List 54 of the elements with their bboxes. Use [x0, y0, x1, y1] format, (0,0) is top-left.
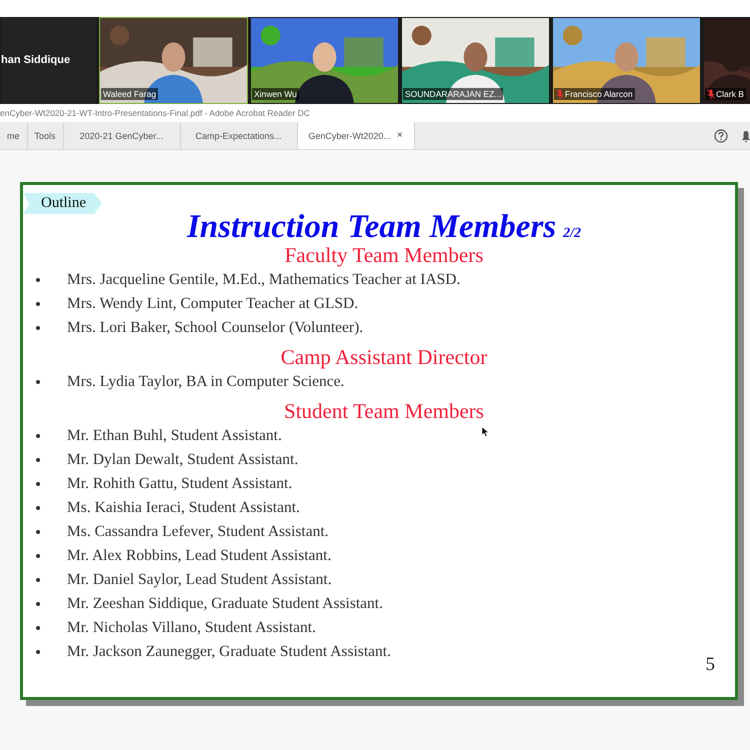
video-tile[interactable]: han Siddique: [0, 17, 97, 104]
video-tile[interactable]: Clark B: [703, 17, 750, 104]
video-tile[interactable]: SOUNDARARAJAN EZ...: [401, 17, 550, 104]
section-heading: Student Team Members: [284, 398, 484, 424]
outline-tag: Outline: [23, 193, 102, 214]
bullet-icon: [36, 380, 40, 384]
document-tab[interactable]: GenCyber-Wt2020... ×: [298, 122, 415, 149]
member-entry: Ms. Cassandra Lefever, Student Assistant.: [67, 523, 329, 541]
member-entry: Mr. Ethan Buhl, Student Assistant.: [67, 427, 282, 445]
bullet-icon: [36, 602, 40, 606]
bullet-icon: [36, 506, 40, 510]
bullet-icon: [36, 458, 40, 462]
bullet-icon: [36, 626, 40, 630]
window-title: enCyber-Wt2020-21-WT-Intro-Presentations-Final.pdf - Adobe Acrobat Reader DC: [0, 108, 310, 118]
cursor-icon: [482, 427, 489, 437]
bullet-icon: [36, 278, 40, 282]
participant-name: SOUNDARARAJAN EZ...: [405, 89, 502, 99]
nav-link[interactable]: me: [0, 122, 28, 149]
member-entry: Mr. Rohith Gattu, Student Assistant.: [67, 475, 292, 493]
section-heading: Camp Assistant Director: [280, 344, 488, 370]
participant-name: han Siddique: [1, 54, 70, 66]
member-entry: Mr. Daniel Saylor, Lead Student Assistant.: [67, 571, 332, 589]
bullet-icon: [36, 302, 40, 306]
member-entry: Mrs. Lori Baker, School Counselor (Volunteer).: [67, 319, 364, 337]
participant-name: Xinwen Wu: [254, 89, 297, 99]
close-tab-button[interactable]: ×: [396, 130, 403, 141]
bell-icon[interactable]: [742, 128, 750, 142]
member-entry: Mr. Nicholas Villano, Student Assistant.: [67, 619, 316, 637]
member-entry: Mrs. Lydia Taylor, BA in Computer Science.: [67, 373, 344, 391]
video-tile[interactable]: Xinwen Wu: [250, 17, 399, 104]
video-tile[interactable]: Francisco Alarcon: [552, 17, 701, 104]
help-icon[interactable]: [714, 128, 728, 142]
member-entry: Mrs. Wendy Lint, Computer Teacher at GLSD.: [67, 295, 358, 313]
bullet-icon: [36, 554, 40, 558]
slide-counter: 2/2: [563, 226, 582, 242]
member-entry: Mr. Jackson Zaunegger, Graduate Student Assistant.: [67, 643, 391, 661]
bullet-icon: [36, 482, 40, 486]
member-entry: Mr. Zeeshan Siddique, Graduate Student Assistant.: [67, 595, 383, 613]
page-number: 5: [706, 654, 715, 676]
bullet-icon: [36, 530, 40, 534]
muted-mic-icon: [707, 89, 715, 99]
member-entry: Ms. Kaishia Ieraci, Student Assistant.: [67, 499, 300, 517]
member-entry: Mr. Alex Robbins, Lead Student Assistant.: [67, 547, 332, 565]
member-entry: Mrs. Jacqueline Gentile, M.Ed., Mathematics Teacher at IASD.: [67, 271, 460, 289]
participant-name: Waleed Farag: [103, 89, 156, 99]
bullet-icon: [36, 434, 40, 438]
bullet-icon: [36, 578, 40, 582]
participant-name: Clark B: [716, 89, 744, 99]
participant-name: Francisco Alarcon: [565, 89, 633, 99]
video-tile[interactable]: Waleed Farag: [99, 17, 248, 104]
member-entry: Mr. Dylan Dewalt, Student Assistant.: [67, 451, 298, 469]
muted-mic-icon: [556, 89, 564, 99]
bullet-icon: [36, 650, 40, 654]
bullet-icon: [36, 326, 40, 330]
